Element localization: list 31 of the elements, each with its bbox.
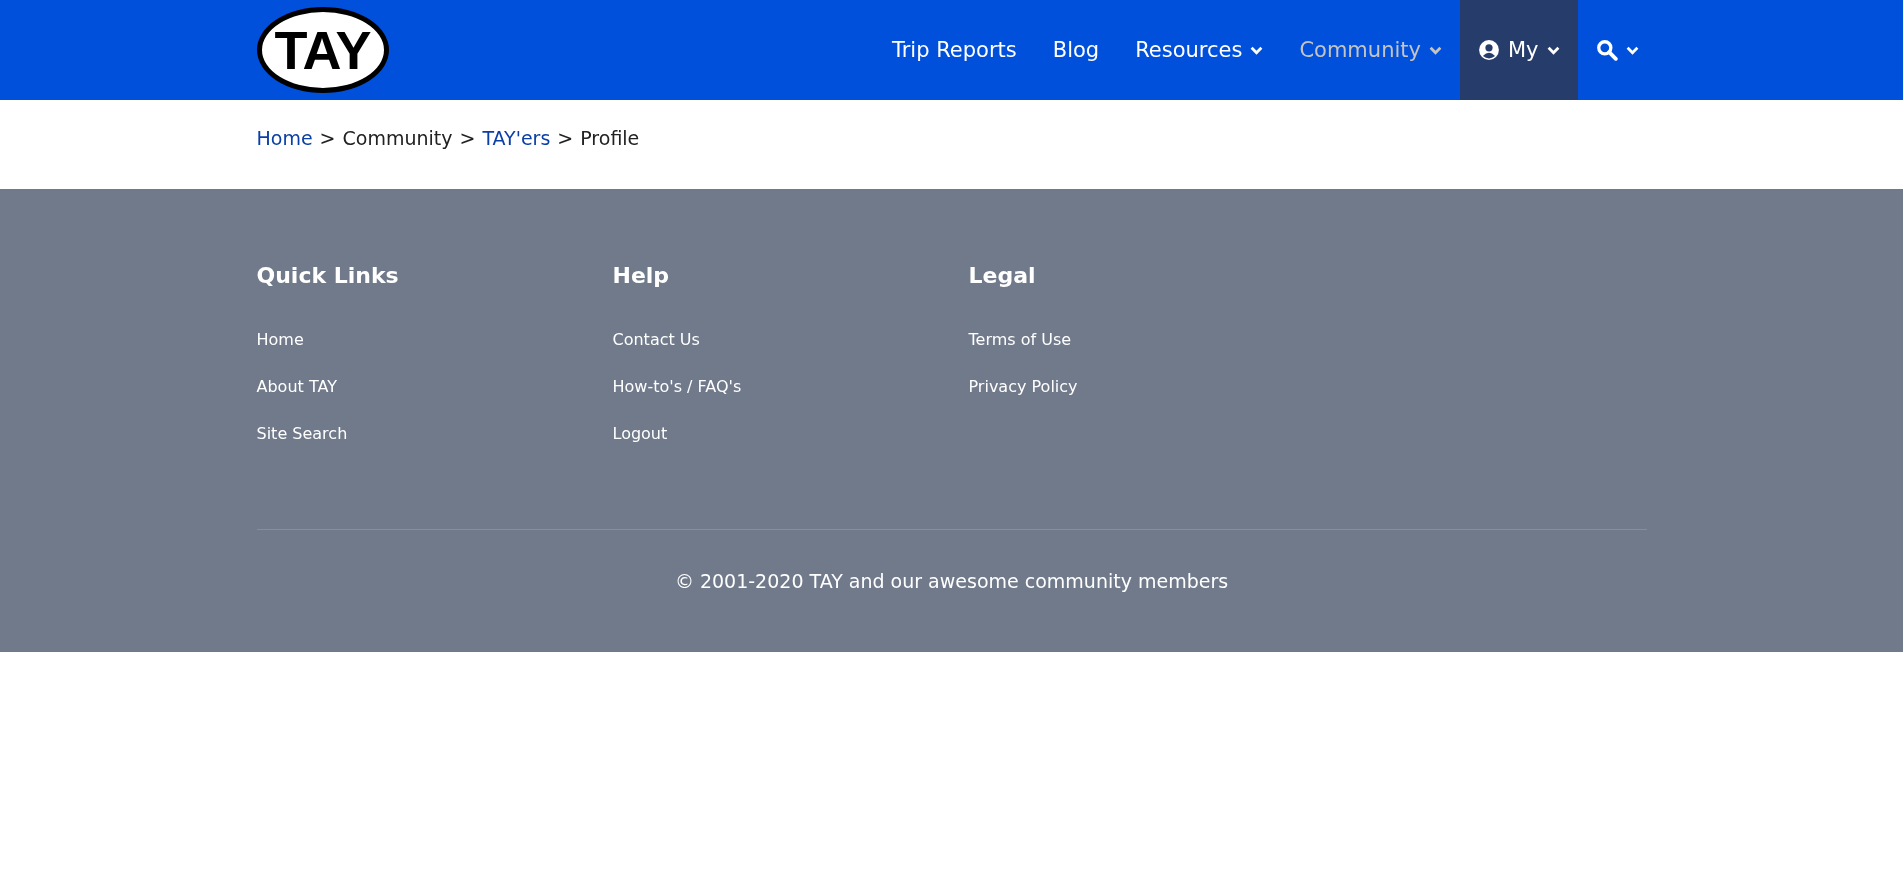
breadcrumb-link[interactable]: Home bbox=[256, 123, 313, 153]
footer-link[interactable]: Logout bbox=[612, 423, 668, 445]
copyright-text: © 2001-2020 TAY and our awesome community members bbox=[673, 569, 1230, 594]
footer-heading: Help bbox=[612, 262, 670, 290]
chevron-down-icon bbox=[1625, 45, 1639, 55]
footer-heading: Legal bbox=[968, 262, 1036, 290]
chevron-down-icon bbox=[1250, 45, 1264, 55]
breadcrumb-text: Community bbox=[342, 126, 453, 151]
nav-link[interactable]: Blog bbox=[1034, 0, 1118, 100]
footer-link[interactable]: Home bbox=[256, 329, 304, 351]
breadcrumb-text: Profile bbox=[580, 126, 640, 151]
footer-link[interactable]: How-to's / FAQ's bbox=[612, 376, 742, 398]
footer-link[interactable]: Site Search bbox=[256, 423, 348, 445]
breadcrumb-separator: > bbox=[459, 126, 476, 151]
footer-heading: Quick Links bbox=[256, 262, 399, 290]
breadcrumb-link[interactable]: TAY'ers bbox=[482, 123, 551, 153]
chevron-down-icon bbox=[1428, 45, 1442, 55]
footer-link[interactable]: Contact Us bbox=[612, 329, 700, 351]
breadcrumb-separator: > bbox=[319, 126, 336, 151]
user-circle-icon bbox=[1477, 39, 1500, 61]
search-icon bbox=[1595, 39, 1618, 61]
account-menu-button[interactable]: My bbox=[1459, 0, 1578, 100]
breadcrumb-separator: > bbox=[557, 126, 574, 151]
nav-link[interactable]: Community bbox=[1281, 0, 1460, 100]
nav-link[interactable]: Trip Reports bbox=[873, 0, 1035, 100]
footer-link[interactable]: Privacy Policy bbox=[968, 376, 1078, 398]
footer-link[interactable]: About TAY bbox=[256, 376, 337, 398]
logo[interactable]: TAY bbox=[256, 7, 389, 93]
chevron-down-icon bbox=[1546, 45, 1560, 55]
nav-link[interactable]: Resources bbox=[1117, 0, 1282, 100]
footer-link[interactable]: Terms of Use bbox=[968, 329, 1072, 351]
